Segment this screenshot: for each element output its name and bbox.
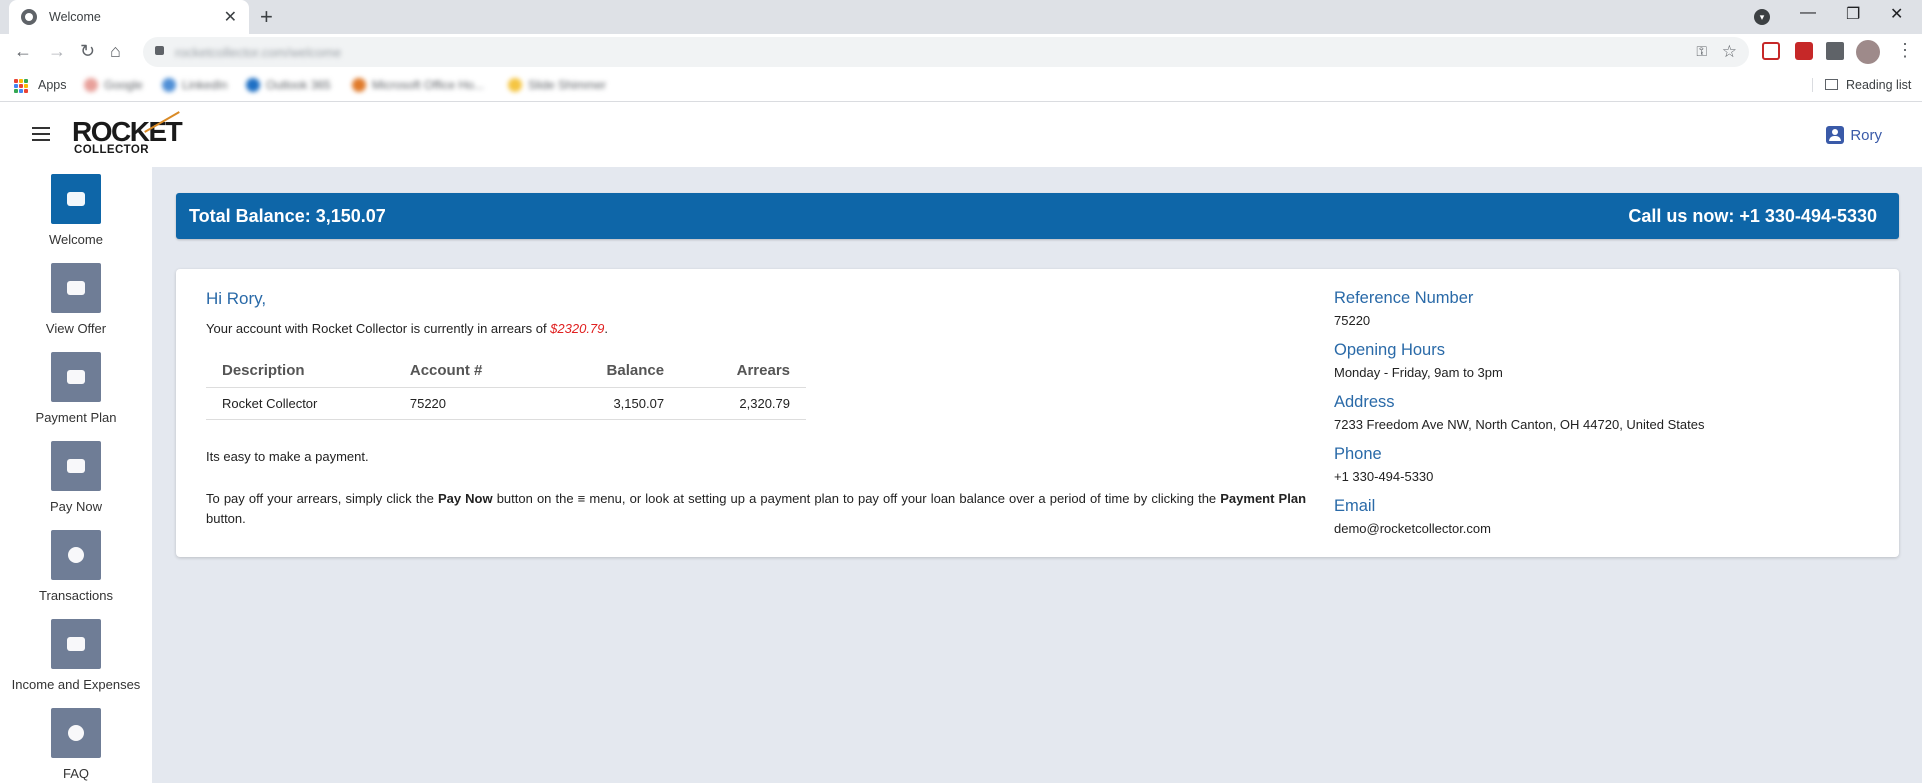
money-icon (51, 619, 101, 669)
main-content: Total Balance: 3,150.07 Call us now: +1 … (152, 167, 1922, 783)
col-balance: Balance (548, 362, 681, 388)
card-icon (51, 352, 101, 402)
email-label: Email (1334, 497, 1376, 515)
greeting: Hi Rory, (206, 289, 267, 308)
extension-shield-icon[interactable] (1795, 42, 1813, 60)
cell-description: Rocket Collector (206, 387, 394, 420)
bookmark-item[interactable]: Slide Shimmer (508, 78, 606, 92)
rocket-collector-logo[interactable]: ROCKET COLLECTOR (72, 111, 183, 156)
sidebar-item-pay-now[interactable]: Pay Now (0, 441, 152, 514)
handshake-icon (51, 174, 101, 224)
cell-account: 75220 (393, 387, 548, 420)
bookmark-item[interactable]: LinkedIn (162, 78, 227, 92)
email-value[interactable]: demo@rocketcollector.com (1334, 521, 1874, 536)
user-name: Rory (1850, 126, 1882, 144)
contact-info: Reference Number 75220 Opening Hours Mon… (1334, 289, 1874, 549)
sidebar-item-transactions[interactable]: Transactions (0, 530, 152, 603)
reference-label: Reference Number (1334, 289, 1474, 307)
bookmarks-bar: Apps Google LinkedIn Outlook 365 Microso… (0, 70, 1922, 102)
restore-icon[interactable]: ❐ (1846, 4, 1860, 24)
user-menu[interactable]: Rory (1826, 126, 1882, 144)
phone-value: +1 330-494-5330 (1334, 469, 1434, 484)
reload-icon[interactable]: ↻ (80, 40, 95, 62)
forward-icon[interactable]: → (48, 40, 66, 62)
table-header-row: Description Account # Balance Arrears (206, 362, 806, 388)
briefcase-icon (51, 263, 101, 313)
call-us-phone[interactable]: Call us now: +1 330-494-5330 (1628, 206, 1877, 227)
extension-pocket-icon[interactable] (1762, 42, 1780, 60)
user-circle-icon (51, 530, 101, 580)
address-value: 7233 Freedom Ave NW, North Canton, OH 44… (1334, 417, 1705, 432)
apps-grid-icon[interactable] (14, 79, 28, 93)
welcome-card: Hi Rory, Your account with Rocket Collec… (176, 269, 1899, 557)
account-table: Description Account # Balance Arrears Ro… (206, 362, 806, 420)
new-tab-button[interactable]: + (260, 5, 273, 29)
sidebar-item-view-offer[interactable]: View Offer (0, 263, 152, 336)
extensions-puzzle-icon[interactable] (1826, 42, 1844, 60)
back-icon[interactable]: ← (14, 40, 32, 62)
sidebar: Welcome View Offer Payment Plan Pay Now … (0, 167, 152, 783)
app-header: ROCKET COLLECTOR Rory (0, 103, 1922, 167)
address-bar[interactable]: rocketcollector.com/welcome ⚿ ☆ (143, 37, 1749, 67)
table-row: Rocket Collector 75220 3,150.07 2,320.79 (206, 387, 806, 420)
globe-icon (21, 9, 37, 25)
question-icon (51, 708, 101, 758)
total-balance: Total Balance: 3,150.07 (189, 205, 386, 226)
bookmark-item[interactable]: Outlook 365 (246, 78, 331, 92)
arrears-amount: $2320.79 (550, 321, 605, 336)
sidebar-item-payment-plan[interactable]: Payment Plan (0, 352, 152, 425)
credit-card-icon (51, 441, 101, 491)
col-account: Account # (393, 362, 548, 388)
reference-value: 75220 (1334, 313, 1371, 328)
tab-title: Welcome (49, 10, 101, 24)
reading-list-icon (1825, 79, 1838, 90)
hamburger-menu-icon[interactable] (32, 127, 50, 141)
browser-tab-welcome[interactable]: Welcome ✕ (9, 0, 249, 34)
hours-label: Opening Hours (1334, 341, 1445, 359)
user-icon (1826, 126, 1845, 144)
hours-value: Monday - Friday, 9am to 3pm (1334, 365, 1503, 380)
balance-banner: Total Balance: 3,150.07 Call us now: +1 … (176, 193, 1899, 239)
browser-tabstrip: Welcome ✕ + ▾ — ❐ ✕ (0, 0, 1922, 34)
col-description: Description (206, 362, 394, 388)
key-icon[interactable]: ⚿ (1696, 43, 1707, 60)
profile-avatar[interactable] (1856, 40, 1880, 64)
phone-label: Phone (1334, 445, 1382, 463)
menu-kebab-icon[interactable]: ⋮ (1896, 40, 1914, 61)
sidebar-item-income-expenses[interactable]: Income and Expenses (0, 619, 152, 692)
close-window-icon[interactable]: ✕ (1890, 4, 1903, 24)
bookmark-item[interactable]: Microsoft Office Ho... (352, 78, 484, 92)
payment-instructions: To pay off your arrears, simply click th… (206, 491, 1307, 526)
lock-icon[interactable] (155, 46, 164, 55)
sidebar-item-welcome[interactable]: Welcome (0, 174, 152, 247)
sidebar-item-faq[interactable]: FAQ (0, 708, 152, 781)
easy-payment-text: Its easy to make a payment. (206, 449, 369, 464)
cell-balance: 3,150.07 (548, 387, 681, 420)
close-tab-icon[interactable]: ✕ (224, 7, 237, 27)
bookmark-star-icon[interactable]: ☆ (1722, 42, 1737, 62)
url-text: rocketcollector.com/welcome (175, 45, 342, 60)
reading-list-button[interactable]: Reading list (1812, 78, 1911, 92)
minimize-icon[interactable]: — (1800, 4, 1816, 22)
home-icon[interactable]: ⌂ (110, 40, 121, 62)
address-label: Address (1334, 393, 1395, 411)
cell-arrears: 2,320.79 (680, 387, 806, 420)
arrears-intro: Your account with Rocket Collector is cu… (206, 321, 609, 336)
col-arrears: Arrears (680, 362, 806, 388)
tab-search-icon[interactable]: ▾ (1754, 9, 1770, 25)
bookmark-apps[interactable]: Apps (38, 78, 67, 92)
bookmark-item[interactable]: Google (84, 78, 143, 92)
browser-toolbar: ← → ↻ ⌂ rocketcollector.com/welcome ⚿ ☆ … (0, 34, 1922, 70)
